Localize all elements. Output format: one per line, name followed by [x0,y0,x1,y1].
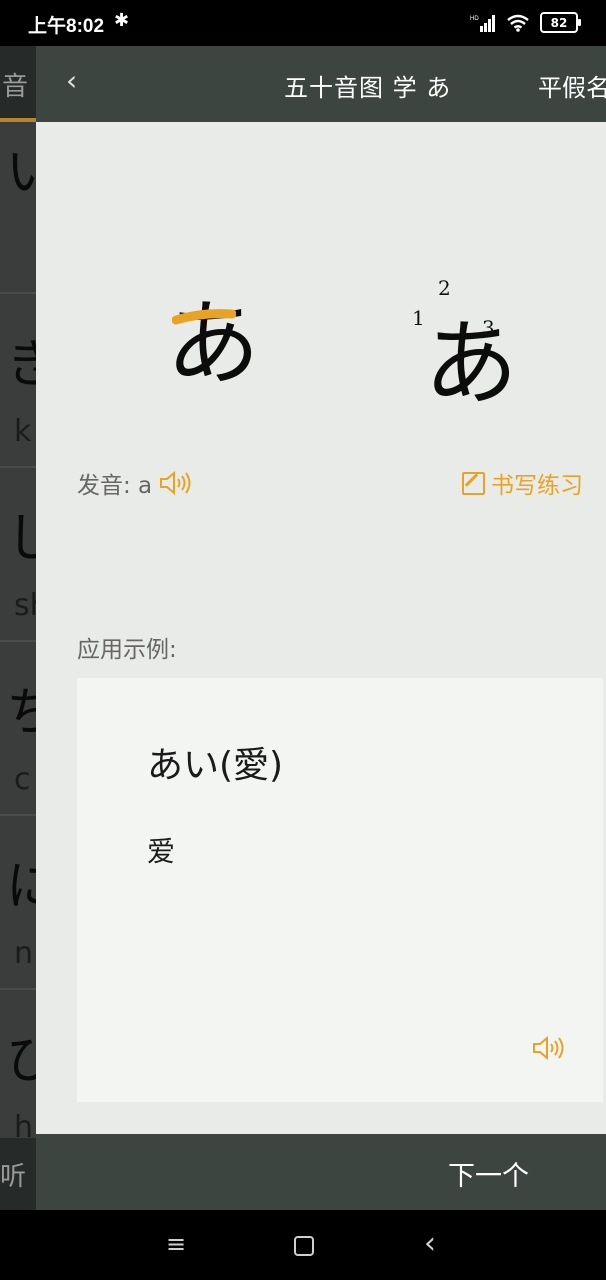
battery-icon: 82 [540,12,581,33]
bluetooth-icon: ✱ [114,10,130,31]
stroke-number: 1 [412,306,425,330]
speaker-icon[interactable] [158,470,192,496]
kana-stroke-animation: あ [166,268,266,399]
menu-icon[interactable]: ≡ [166,1230,186,1258]
background-row[interactable]: ち c [0,642,36,816]
writing-practice-button[interactable]: 书写练习 [462,466,583,500]
stroke-highlight-icon [172,309,236,325]
edit-icon [462,471,485,495]
navigation-bar: ≡ ‹ [0,1210,606,1280]
background-kana: し [6,509,36,569]
writing-practice-label: 书写练习 [491,473,583,499]
background-kana: ち [6,683,36,743]
kana-detail-panel: ‹ 五十音图 学 あ 平假名 あ あ 1 2 3 发音: a 书写练习 应用示例… [36,46,606,1210]
background-row[interactable]: し sh [0,468,36,642]
background-romaji: c [14,762,31,797]
kana-character: あ [424,310,519,419]
wifi-icon [507,14,529,32]
status-bar: 上午8:02 ✱ HD 82 [0,0,606,46]
background-kana: に [6,857,36,917]
signal-icon: HD [470,14,495,32]
background-page: 音 い き k し sh ち c に n ひ h 听 [0,46,36,1210]
background-header: 音 [0,46,36,122]
example-meaning: 爱 [147,835,176,868]
home-icon[interactable] [294,1236,314,1256]
back-icon[interactable]: ‹ [424,1226,436,1261]
background-romaji: sh [14,588,36,623]
panel-header: ‹ 五十音图 学 あ 平假名 [36,46,606,122]
background-footer[interactable]: 听 [0,1138,36,1210]
next-button[interactable]: 下一个 [448,1154,529,1193]
background-row[interactable]: い [0,122,36,294]
background-kana: き [6,335,36,395]
status-time: 上午8:02 [28,16,105,37]
hd-label: HD [470,16,479,22]
background-kana: ひ [6,1031,36,1091]
back-button[interactable]: ‹ [66,64,77,97]
background-header-text: 音 [2,72,29,102]
battery-level: 82 [550,15,568,30]
hiragana-tab[interactable]: 平假名 [538,68,606,103]
example-label: 应用示例: [77,637,177,663]
background-romaji: n [14,936,34,971]
background-footer-text: 听 [0,1162,27,1192]
pronunciation-row: 发音: a [77,466,192,500]
kana-stroke-order: あ 1 2 3 [406,276,556,419]
kana-character: あ [166,290,261,399]
pronunciation-label: 发音: a [77,473,153,499]
stroke-number: 3 [482,316,495,340]
page-title: 五十音图 学 あ [284,74,452,102]
stroke-number: 2 [438,276,451,300]
example-word: あい(愛) [147,745,284,786]
status-icons: HD 82 [470,12,581,33]
speaker-icon[interactable] [531,1034,567,1062]
background-row[interactable]: き k [0,294,36,468]
background-kana: い [6,143,36,203]
example-card: あい(愛) 爱 [77,678,603,1102]
background-romaji: k [14,414,32,449]
bottom-bar: 下一个 [36,1134,606,1210]
background-row[interactable]: に n [0,816,36,990]
